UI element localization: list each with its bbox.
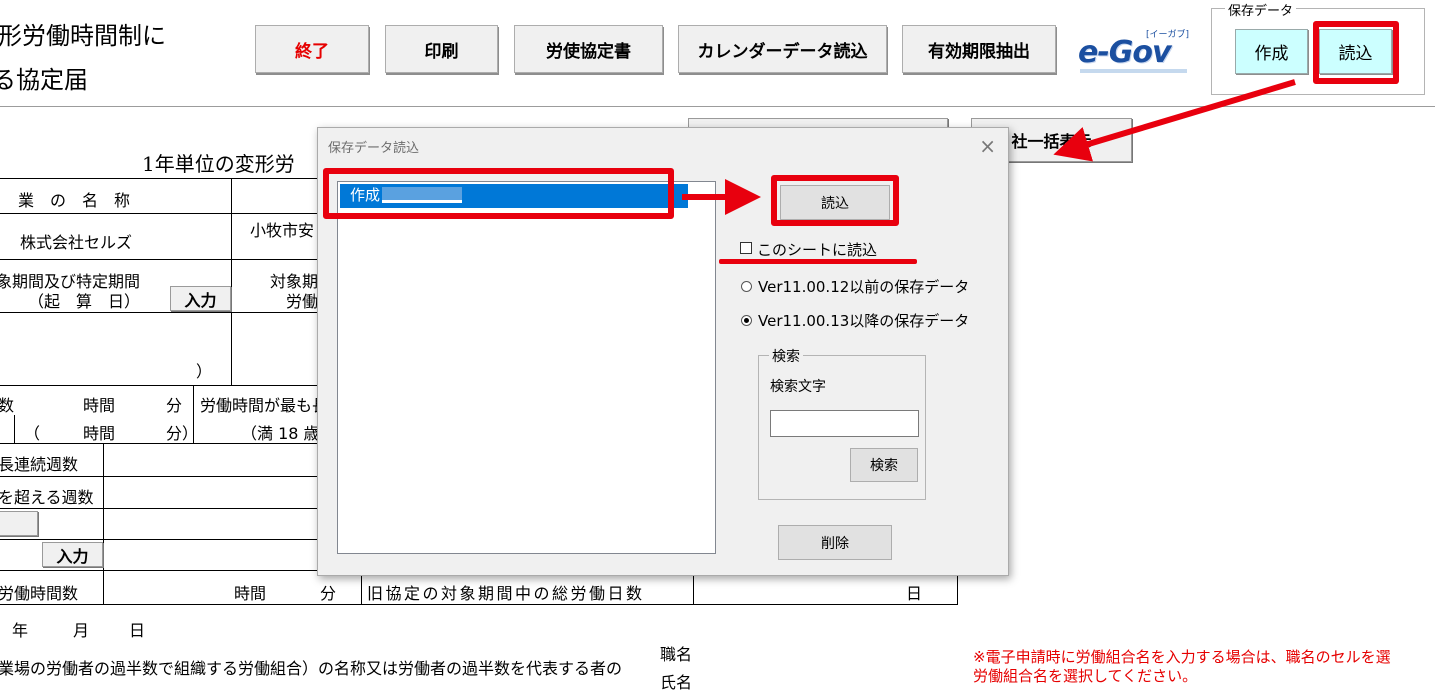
arrow-to-load-button (1053, 79, 1296, 162)
annotation-arrows (682, 79, 1296, 215)
